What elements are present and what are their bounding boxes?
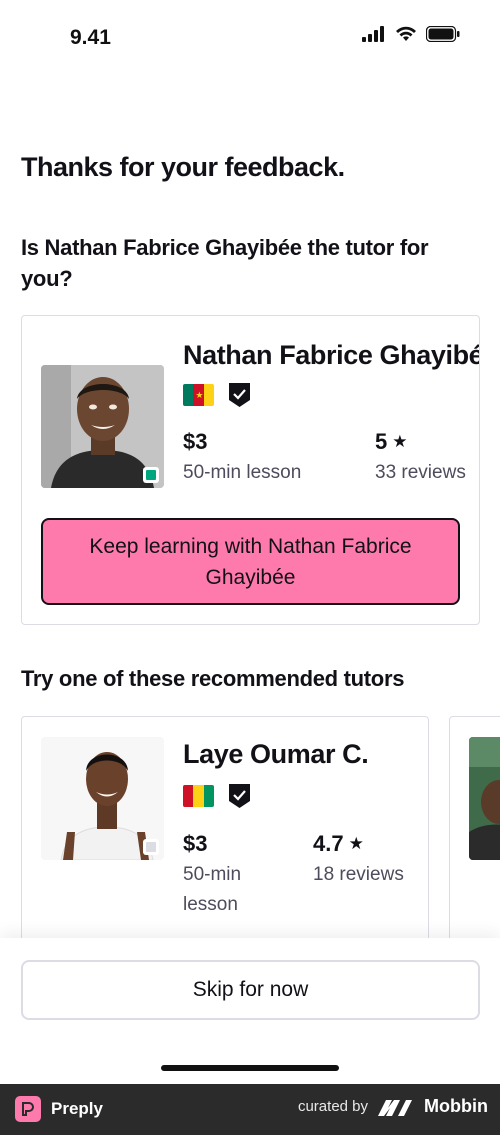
footer-brand-group: Preply [15, 1096, 103, 1122]
bottom-sheet: Skip for now [0, 938, 500, 1084]
skip-button[interactable]: Skip for now [21, 960, 480, 1020]
lesson-duration: 50-min lesson [183, 864, 242, 915]
status-time: 9.41 [70, 26, 111, 49]
status-bar: 9.41 [0, 0, 500, 76]
online-status-icon [143, 467, 159, 483]
tutor-name[interactable]: Nathan Fabrice Ghayibée [183, 340, 479, 371]
offline-status-icon [143, 839, 159, 855]
home-indicator [161, 1065, 339, 1071]
tutor-name[interactable]: Laye Oumar C. [183, 739, 369, 770]
rating-value: 5 [375, 429, 388, 454]
wifi-icon [396, 26, 416, 41]
lesson-price: $3 [183, 831, 208, 856]
tutor-avatar[interactable] [41, 737, 164, 860]
preply-logo-icon [15, 1096, 41, 1122]
recommended-tutor-card[interactable]: Laye Oumar C. $3 50-min lesson 4.7 ★ 18 r… [21, 716, 429, 976]
current-tutor-card[interactable]: Nathan Fabrice Ghayibée ★ $3 50-min less… [21, 315, 480, 625]
star-icon: ★ [348, 834, 364, 853]
tutor-rating: 4.7 ★ [313, 831, 364, 857]
status-icons [362, 26, 460, 42]
lesson-duration: 50-min lesson [183, 462, 302, 483]
battery-icon [426, 26, 460, 42]
tutor-rating: 5 ★ [375, 429, 408, 455]
tutor-question: Is Nathan Fabrice Ghayibée the tutor for… [21, 235, 429, 291]
rating-value: 4.7 [313, 831, 344, 856]
page-title: Thanks for your feedback. [21, 152, 345, 182]
brand-name: Preply [51, 1099, 103, 1118]
curated-by-label: curated by [297, 1098, 369, 1115]
review-count: 33 reviews [375, 462, 466, 483]
keep-learning-button[interactable]: Keep learning with Nathan Fabrice Ghayib… [41, 518, 460, 605]
guinea-flag-icon [183, 785, 214, 807]
curator-group: curated by Mobbin [298, 1096, 488, 1117]
star-icon: ★ [392, 432, 408, 451]
tutor-avatar [469, 737, 500, 860]
recommended-title: Try one of these recommended tutors [21, 666, 405, 691]
mobbin-logo-icon [378, 1099, 413, 1116]
footer-bar: Preply curated by Mobbin [0, 1084, 500, 1135]
next-tutor-card[interactable] [449, 716, 500, 976]
cameroon-flag-icon: ★ [183, 384, 214, 406]
tutor-avatar[interactable] [41, 365, 164, 488]
lesson-price: $3 [183, 429, 208, 454]
review-count: 18 reviews [313, 864, 404, 885]
verified-badge-icon [229, 784, 250, 808]
signal-icon [362, 26, 384, 42]
verified-badge-icon [229, 383, 250, 407]
curator-name: Mobbin [424, 1096, 488, 1116]
